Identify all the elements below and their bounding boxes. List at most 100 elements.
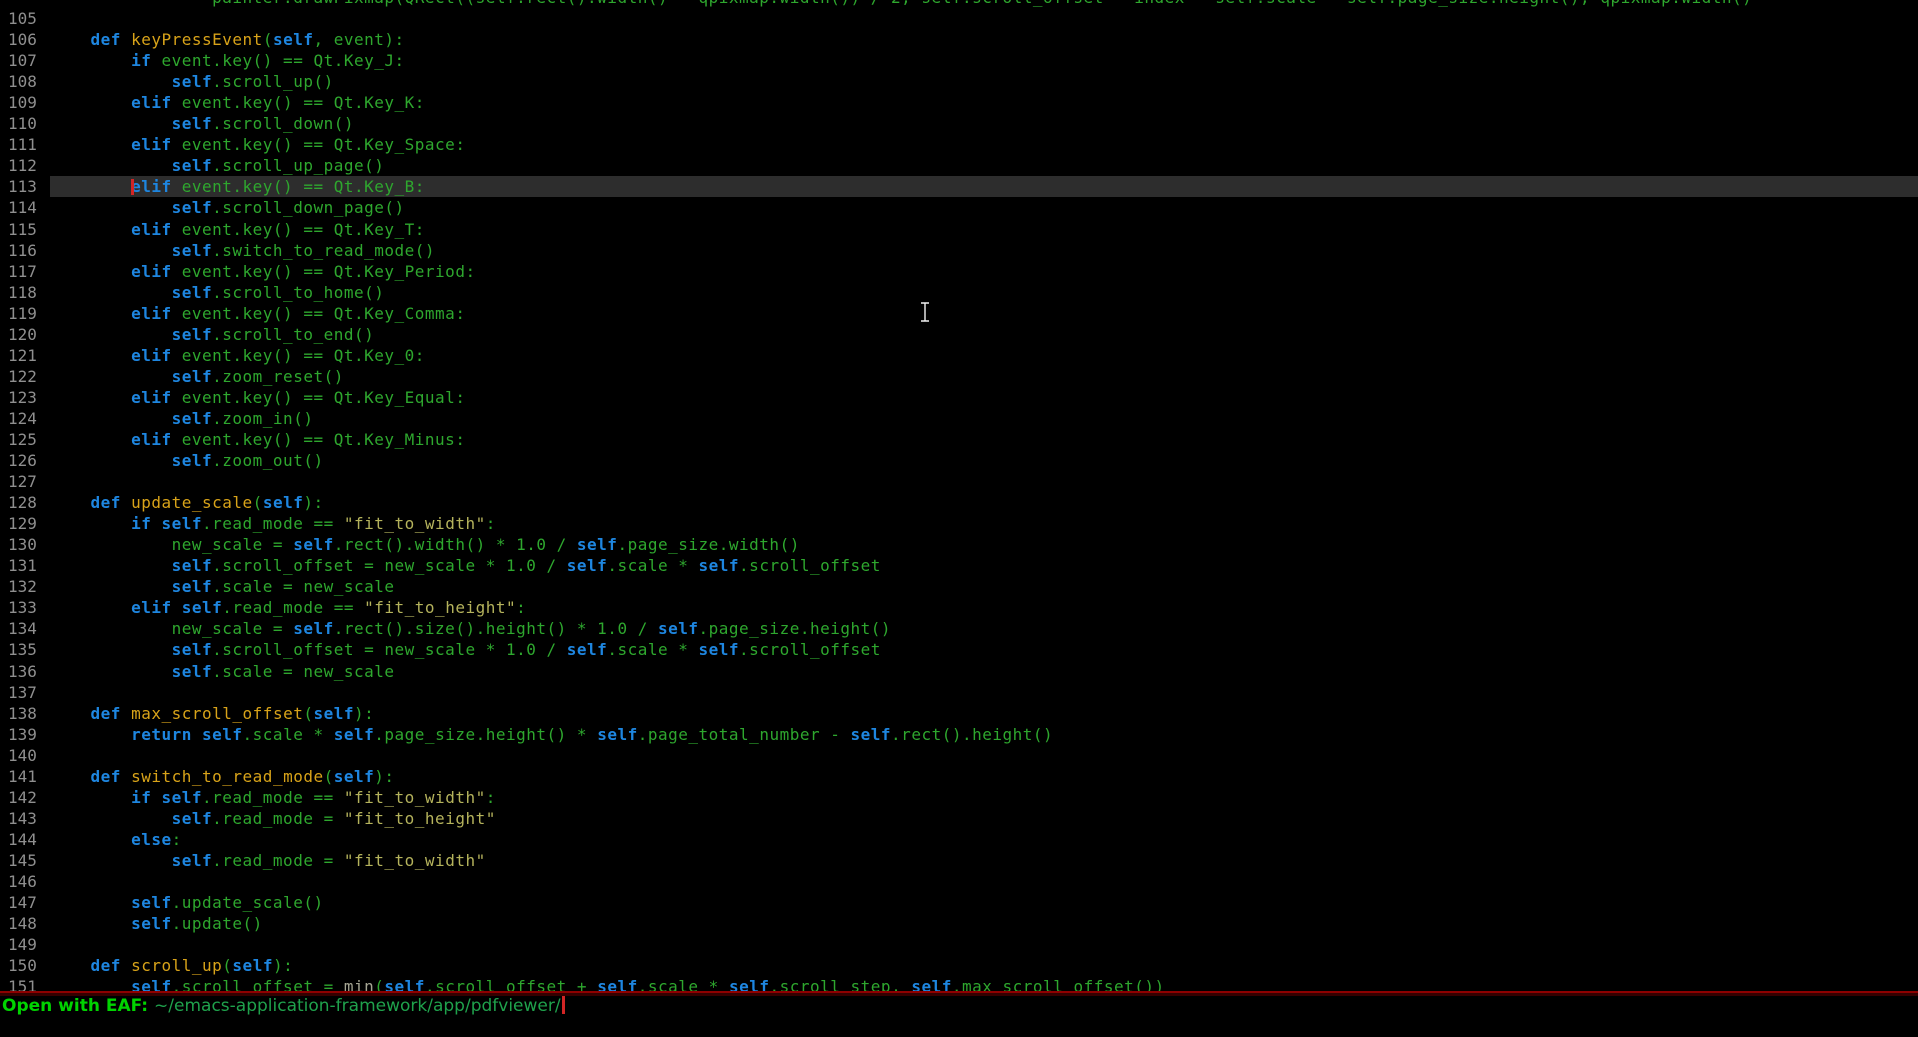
- code-text: self.scroll_to_home(): [50, 282, 1918, 303]
- line-number: 140: [0, 745, 50, 766]
- code-line-121[interactable]: 121 elif event.key() == Qt.Key_0:: [0, 345, 1918, 366]
- line-number: 120: [0, 324, 50, 345]
- code-text: if self.read_mode == "fit_to_width":: [50, 787, 1918, 808]
- code-line-139[interactable]: 139 return self.scale * self.page_size.h…: [0, 724, 1918, 745]
- line-number: 124: [0, 408, 50, 429]
- code-text: elif event.key() == Qt.Key_T:: [50, 219, 1918, 240]
- code-line-136[interactable]: 136 self.scale = new_scale: [0, 661, 1918, 682]
- code-area: painter.drawPixmap(QRect((self.rect().wi…: [0, 0, 1918, 991]
- code-line-110[interactable]: 110 self.scroll_down(): [0, 113, 1918, 134]
- code-text: elif event.key() == Qt.Key_0:: [50, 345, 1918, 366]
- code-text: self.scroll_down_page(): [50, 197, 1918, 218]
- code-line-148[interactable]: 148 self.update(): [0, 913, 1918, 934]
- code-line-147[interactable]: 147 self.update_scale(): [0, 892, 1918, 913]
- code-text: [50, 471, 1918, 492]
- code-line-130[interactable]: 130 new_scale = self.rect().width() * 1.…: [0, 534, 1918, 555]
- code-line-106[interactable]: 106 def keyPressEvent(self, event):: [0, 29, 1918, 50]
- line-number: 107: [0, 50, 50, 71]
- code-line-129[interactable]: 129 if self.read_mode == "fit_to_width":: [0, 513, 1918, 534]
- code-line-132[interactable]: 132 self.scale = new_scale: [0, 576, 1918, 597]
- minibuffer-input[interactable]: ~/emacs-application-framework/app/pdfvie…: [154, 996, 561, 1016]
- code-line-149[interactable]: 149: [0, 934, 1918, 955]
- code-text: self.scroll_up(): [50, 71, 1918, 92]
- code-line-128[interactable]: 128 def update_scale(self):: [0, 492, 1918, 513]
- line-number: 118: [0, 282, 50, 303]
- line-number: 116: [0, 240, 50, 261]
- code-line-143[interactable]: 143 self.read_mode = "fit_to_height": [0, 808, 1918, 829]
- line-number: 123: [0, 387, 50, 408]
- code-line-144[interactable]: 144 else:: [0, 829, 1918, 850]
- code-line-141[interactable]: 141 def switch_to_read_mode(self):: [0, 766, 1918, 787]
- code-text: elif event.key() == Qt.Key_Comma:: [50, 303, 1918, 324]
- line-number: 109: [0, 92, 50, 113]
- line-number: 145: [0, 850, 50, 871]
- line-number: 135: [0, 639, 50, 660]
- code-line-115[interactable]: 115 elif event.key() == Qt.Key_T:: [0, 219, 1918, 240]
- code-line-124[interactable]: 124 self.zoom_in(): [0, 408, 1918, 429]
- code-line-109[interactable]: 109 elif event.key() == Qt.Key_K:: [0, 92, 1918, 113]
- code-line-116[interactable]: 116 self.switch_to_read_mode(): [0, 240, 1918, 261]
- line-number: 136: [0, 661, 50, 682]
- code-line-125[interactable]: 125 elif event.key() == Qt.Key_Minus:: [0, 429, 1918, 450]
- code-text: self.zoom_reset(): [50, 366, 1918, 387]
- code-text: self.scroll_offset = min(self.scroll_off…: [50, 976, 1918, 991]
- code-text: self.scroll_offset = new_scale * 1.0 / s…: [50, 639, 1918, 660]
- code-line-111[interactable]: 111 elif event.key() == Qt.Key_Space:: [0, 134, 1918, 155]
- code-line-135[interactable]: 135 self.scroll_offset = new_scale * 1.0…: [0, 639, 1918, 660]
- code-text: elif event.key() == Qt.Key_Equal:: [50, 387, 1918, 408]
- code-line-127[interactable]: 127: [0, 471, 1918, 492]
- code-line-146[interactable]: 146: [0, 871, 1918, 892]
- code-line-151[interactable]: 151 self.scroll_offset = min(self.scroll…: [0, 976, 1918, 991]
- code-line-114[interactable]: 114 self.scroll_down_page(): [0, 197, 1918, 218]
- code-line-113[interactable]: 113 elif event.key() == Qt.Key_B:: [0, 176, 1918, 197]
- code-line-118[interactable]: 118 self.scroll_to_home(): [0, 282, 1918, 303]
- line-number: 149: [0, 934, 50, 955]
- line-number: 111: [0, 134, 50, 155]
- line-number: 142: [0, 787, 50, 808]
- code-text: new_scale = self.rect().size().height() …: [50, 618, 1918, 639]
- code-editor-window[interactable]: painter.drawPixmap(QRect((self.rect().wi…: [0, 0, 1918, 991]
- code-text: def update_scale(self):: [50, 492, 1918, 513]
- code-line-142[interactable]: 142 if self.read_mode == "fit_to_width":: [0, 787, 1918, 808]
- minibuffer-echo-area[interactable]: Open with EAF: ~/emacs-application-frame…: [0, 996, 1918, 1037]
- line-number: 147: [0, 892, 50, 913]
- line-number: 138: [0, 703, 50, 724]
- code-line-105[interactable]: 105: [0, 8, 1918, 29]
- code-text: elif event.key() == Qt.Key_Space:: [50, 134, 1918, 155]
- code-line-138[interactable]: 138 def max_scroll_offset(self):: [0, 703, 1918, 724]
- line-number: 108: [0, 71, 50, 92]
- code-line-150[interactable]: 150 def scroll_up(self):: [0, 955, 1918, 976]
- code-text: else:: [50, 829, 1918, 850]
- code-line-126[interactable]: 126 self.zoom_out(): [0, 450, 1918, 471]
- line-number: 146: [0, 871, 50, 892]
- code-line-140[interactable]: 140: [0, 745, 1918, 766]
- code-text: elif event.key() == Qt.Key_B:: [50, 176, 1918, 197]
- code-line-122[interactable]: 122 self.zoom_reset(): [0, 366, 1918, 387]
- code-line-131[interactable]: 131 self.scroll_offset = new_scale * 1.0…: [0, 555, 1918, 576]
- code-line-108[interactable]: 108 self.scroll_up(): [0, 71, 1918, 92]
- minibuffer-line[interactable]: Open with EAF: ~/emacs-application-frame…: [2, 996, 565, 1017]
- code-line-119[interactable]: 119 elif event.key() == Qt.Key_Comma:: [0, 303, 1918, 324]
- line-number: 115: [0, 219, 50, 240]
- editor-text-cursor: [131, 179, 134, 195]
- code-line-117[interactable]: 117 elif event.key() == Qt.Key_Period:: [0, 261, 1918, 282]
- code-text: self.read_mode = "fit_to_height": [50, 808, 1918, 829]
- code-line-120[interactable]: 120 self.scroll_to_end(): [0, 324, 1918, 345]
- line-number: 110: [0, 113, 50, 134]
- code-line-145[interactable]: 145 self.read_mode = "fit_to_width": [0, 850, 1918, 871]
- code-text: return self.scale * self.page_size.heigh…: [50, 724, 1918, 745]
- code-line-107[interactable]: 107 if event.key() == Qt.Key_J:: [0, 50, 1918, 71]
- code-line-clipped-top[interactable]: painter.drawPixmap(QRect((self.rect().wi…: [0, 0, 1918, 8]
- code-text: elif event.key() == Qt.Key_K:: [50, 92, 1918, 113]
- code-text: def max_scroll_offset(self):: [50, 703, 1918, 724]
- code-line-133[interactable]: 133 elif self.read_mode == "fit_to_heigh…: [0, 597, 1918, 618]
- code-text: self.zoom_in(): [50, 408, 1918, 429]
- code-text: [50, 682, 1918, 703]
- line-number: 114: [0, 197, 50, 218]
- code-line-123[interactable]: 123 elif event.key() == Qt.Key_Equal:: [0, 387, 1918, 408]
- line-number: 106: [0, 29, 50, 50]
- code-line-137[interactable]: 137: [0, 682, 1918, 703]
- line-number: 139: [0, 724, 50, 745]
- code-line-134[interactable]: 134 new_scale = self.rect().size().heigh…: [0, 618, 1918, 639]
- code-line-112[interactable]: 112 self.scroll_up_page(): [0, 155, 1918, 176]
